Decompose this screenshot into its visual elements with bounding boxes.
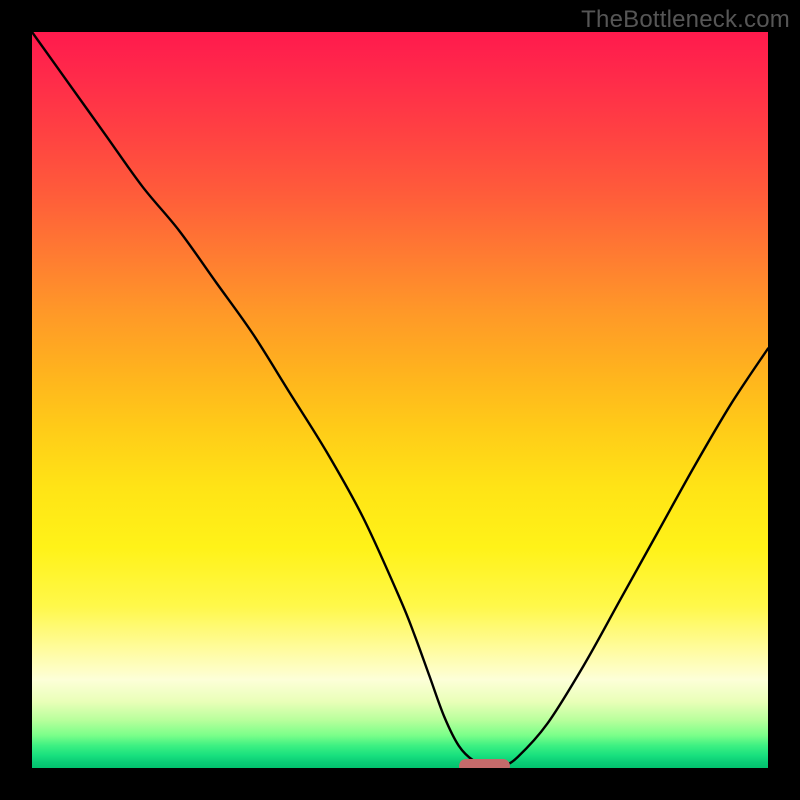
optimal-marker: [459, 759, 511, 768]
bottleneck-curve: [32, 32, 768, 768]
plot-area: [32, 32, 768, 768]
watermark-text: TheBottleneck.com: [581, 6, 790, 34]
chart-frame: TheBottleneck.com: [0, 0, 800, 800]
